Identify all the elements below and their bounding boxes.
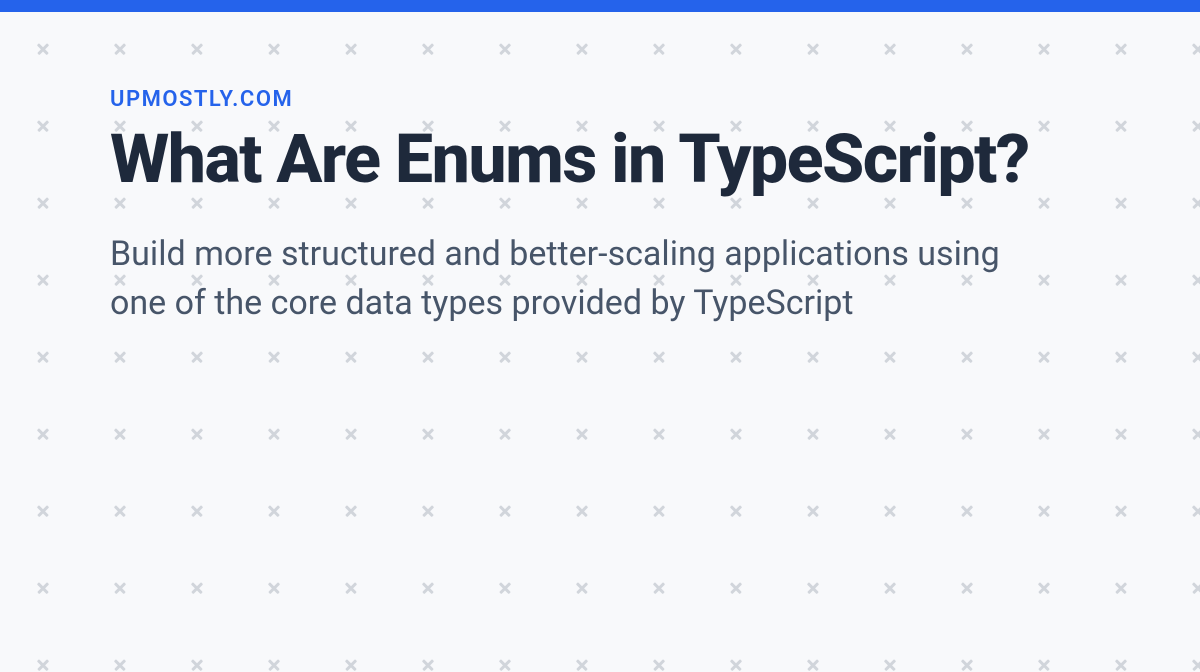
site-name: UPMOSTLY.COM	[110, 87, 1090, 112]
accent-bar	[0, 0, 1200, 12]
content-area: UPMOSTLY.COM What Are Enums in TypeScrip…	[0, 12, 1200, 329]
article-description: Build more structured and better-scaling…	[110, 230, 1030, 329]
article-title: What Are Enums in TypeScript?	[110, 120, 1090, 198]
